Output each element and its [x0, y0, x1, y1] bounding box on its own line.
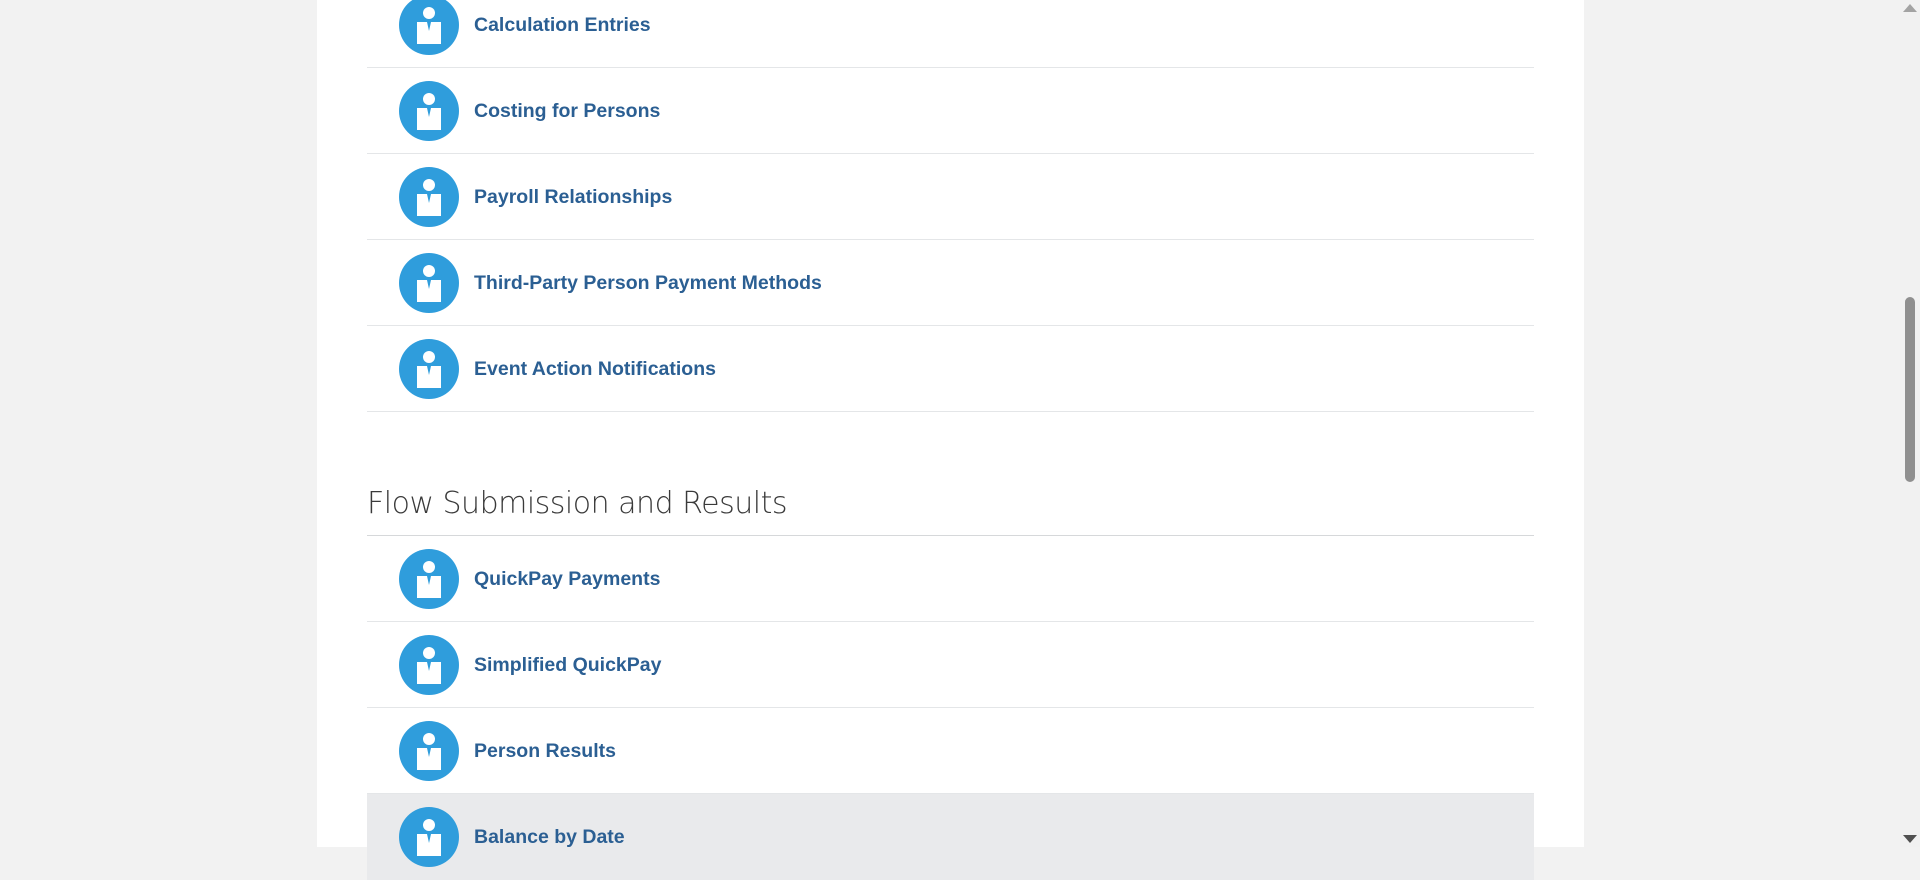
person-icon	[399, 0, 459, 55]
list-item-third-party-payment-methods[interactable]: Third-Party Person Payment Methods	[367, 240, 1534, 326]
item-label: Costing for Persons	[474, 99, 661, 122]
person-icon	[399, 339, 459, 399]
person-icon	[399, 253, 459, 313]
person-icon	[399, 549, 459, 609]
item-label: Event Action Notifications	[474, 357, 716, 380]
list-item-calculation-entries[interactable]: Calculation Entries	[367, 0, 1534, 68]
list-item-person-results[interactable]: Person Results	[367, 708, 1534, 794]
list-item-quickpay-payments[interactable]: QuickPay Payments	[367, 536, 1534, 622]
list-item-costing-for-persons[interactable]: Costing for Persons	[367, 68, 1534, 154]
list-item-payroll-relationships[interactable]: Payroll Relationships	[367, 154, 1534, 240]
item-label: Payroll Relationships	[474, 185, 673, 208]
item-label: Third-Party Person Payment Methods	[474, 271, 822, 294]
list-item-simplified-quickpay[interactable]: Simplified QuickPay	[367, 622, 1534, 708]
section-title: Flow Submission and Results	[367, 486, 787, 521]
scrollbar-thumb[interactable]	[1905, 297, 1915, 482]
list-item-balance-by-date[interactable]: Balance by Date	[367, 794, 1534, 880]
item-label: Calculation Entries	[474, 13, 651, 36]
item-label: QuickPay Payments	[474, 567, 661, 590]
section-header-flow-submission: Flow Submission and Results	[367, 412, 1534, 536]
scroll-up-arrow-icon[interactable]	[1903, 4, 1917, 12]
person-icon	[399, 635, 459, 695]
item-label: Simplified QuickPay	[474, 653, 662, 676]
vertical-scrollbar[interactable]	[1900, 0, 1920, 847]
content-area: Calculation Entries Costing for Persons …	[367, 0, 1534, 880]
person-icon	[399, 721, 459, 781]
person-icon	[399, 807, 459, 867]
item-label: Person Results	[474, 739, 616, 762]
main-panel: Calculation Entries Costing for Persons …	[317, 0, 1584, 880]
scroll-down-arrow-icon[interactable]	[1903, 835, 1917, 843]
item-label: Balance by Date	[474, 825, 625, 848]
list-item-event-action-notifications[interactable]: Event Action Notifications	[367, 326, 1534, 412]
person-icon	[399, 167, 459, 227]
person-icon	[399, 81, 459, 141]
